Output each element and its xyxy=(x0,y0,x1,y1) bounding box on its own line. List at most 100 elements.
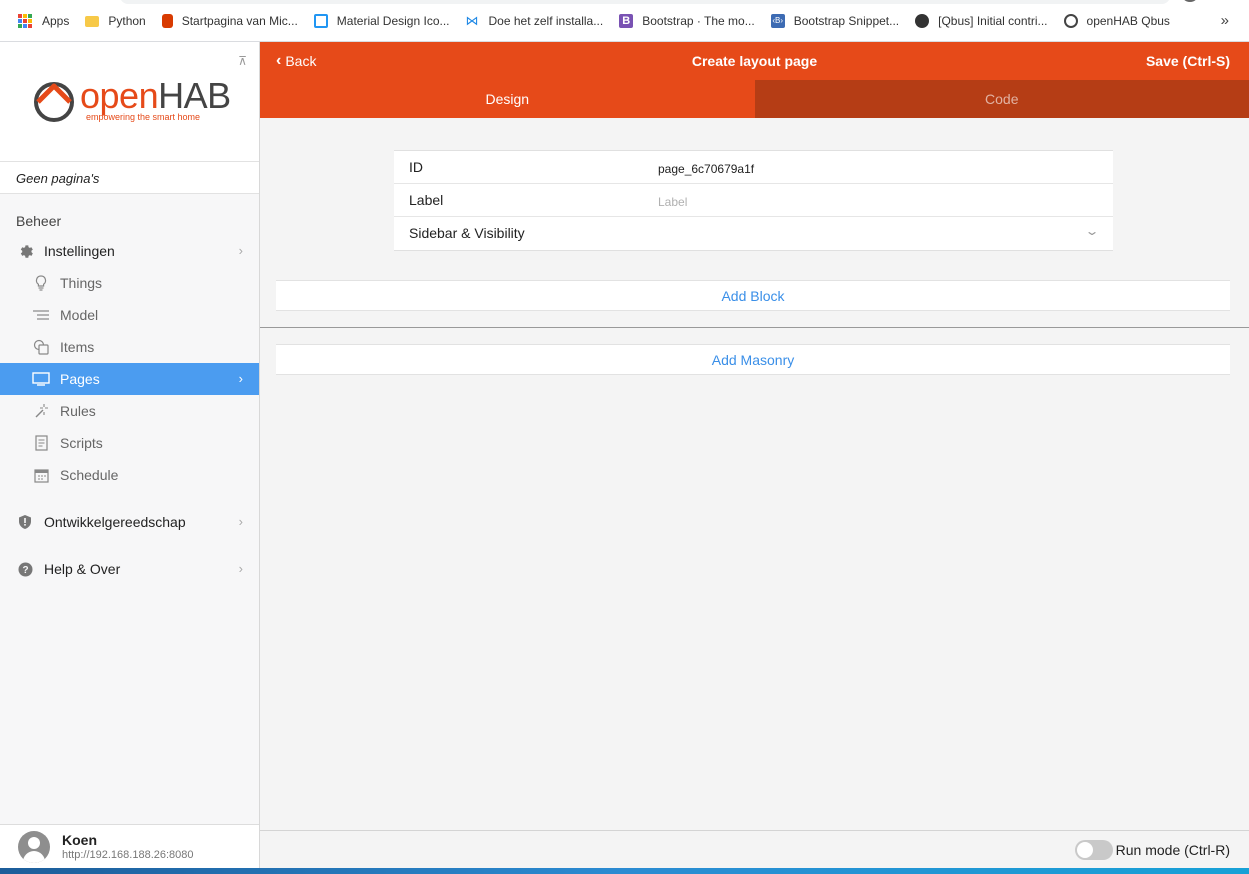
main-content: ‹ Back Create layout page Save (Ctrl-S) … xyxy=(260,42,1249,868)
bookmark-bootstrap[interactable]: B Bootstrap · The mo... xyxy=(611,7,763,35)
bookmark-startpagina[interactable]: Startpagina van Mic... xyxy=(154,7,306,35)
sidebar-item-label: Pages xyxy=(60,371,100,387)
sidebar-item-label: Rules xyxy=(60,403,96,419)
bookmark-bootstrap-snippet[interactable]: ‹B› Bootstrap Snippet... xyxy=(763,7,907,35)
calendar-icon xyxy=(32,468,50,483)
back-button[interactable]: ‹ Back xyxy=(276,52,316,70)
snippet-icon: ‹B› xyxy=(770,13,785,28)
chevron-left-icon: ‹ xyxy=(276,52,282,69)
logo-area: ⊼ openHAB empowering the smart home xyxy=(0,42,259,162)
id-row: ID page_6c70679a1f xyxy=(394,151,1113,184)
sidebar-item-scripts[interactable]: Scripts xyxy=(0,427,259,459)
sidebar-visibility-label: Sidebar & Visibility xyxy=(409,225,525,241)
user-profile[interactable]: Koen http://192.168.188.26:8080 xyxy=(0,824,259,868)
sidebar-item-label: Help & Over xyxy=(44,561,121,577)
svg-text:?: ? xyxy=(22,565,28,576)
tab-bar: Design Code xyxy=(260,80,1249,118)
sidebar-item-developer-tools[interactable]: Ontwikkelgereedschap › xyxy=(0,506,259,538)
openhab-icon xyxy=(1063,13,1078,28)
id-field[interactable]: page_6c70679a1f xyxy=(658,162,754,176)
folder-icon xyxy=(85,16,100,27)
id-label: ID xyxy=(409,159,423,175)
sidebar-item-label: Ontwikkelgereedschap xyxy=(44,514,186,530)
sidebar-item-help[interactable]: ? Help & Over › xyxy=(0,553,259,585)
openhab-logo[interactable]: openHAB empowering the smart home xyxy=(32,78,231,122)
navbar: ‹ Back Create layout page Save (Ctrl-S) xyxy=(260,42,1249,80)
sidebar-item-schedule[interactable]: Schedule xyxy=(0,459,259,491)
sidebar-item-settings[interactable]: Instellingen › xyxy=(0,235,259,267)
sidebar-item-label: Instellingen xyxy=(44,243,115,259)
chevron-right-icon: › xyxy=(238,371,243,386)
github-icon xyxy=(915,13,930,28)
wand-icon xyxy=(32,403,50,419)
items-icon xyxy=(32,339,50,355)
bookmark-label: Bootstrap Snippet... xyxy=(793,13,900,28)
bookmark-label: Apps xyxy=(42,13,70,28)
openhab-logo-icon xyxy=(34,82,74,122)
office-icon xyxy=(161,13,173,28)
no-pages-text: Geen pagina's xyxy=(0,162,259,194)
bookmark-label: Doe het zelf installa... xyxy=(488,13,604,28)
sidebar-visibility-row[interactable]: Sidebar & Visibility ⌄ xyxy=(394,217,1113,250)
gear-icon xyxy=(16,244,34,259)
bookmark-material-design[interactable]: Material Design Ico... xyxy=(306,7,458,35)
user-name: Koen xyxy=(62,832,97,848)
bookmarks-bar: Apps Python Startpagina van Mic... Mater… xyxy=(0,0,1249,42)
sidebar-item-label: Schedule xyxy=(60,467,119,483)
pin-icon[interactable]: ⊼ xyxy=(238,54,247,68)
profile-avatar-edge[interactable] xyxy=(1181,0,1199,2)
avatar xyxy=(18,830,50,863)
bookmark-label: Startpagina van Mic... xyxy=(181,13,298,28)
chevron-down-icon: ⌄ xyxy=(1084,224,1100,238)
help-icon: ? xyxy=(16,562,34,577)
taskbar-edge xyxy=(0,868,1249,874)
sidebar-item-label: Items xyxy=(60,339,95,355)
material-icon xyxy=(313,13,328,28)
back-label: Back xyxy=(285,53,317,69)
bookmark-openhab-qbus[interactable]: openHAB Qbus xyxy=(1056,7,1178,35)
bookmark-doe-het-zelf[interactable]: ⋈ Doe het zelf installa... xyxy=(458,7,612,35)
script-icon xyxy=(32,435,50,451)
bookmark-label: Bootstrap · The mo... xyxy=(642,13,755,28)
monitor-icon xyxy=(32,372,50,386)
section-divider xyxy=(260,327,1249,328)
save-button[interactable]: Save (Ctrl-S) xyxy=(1146,53,1230,69)
server-url: http://192.168.188.26:8080 xyxy=(62,849,194,861)
page-title: Create layout page xyxy=(691,53,818,69)
label-row: Label Label xyxy=(394,184,1113,217)
logo-text-hab: HAB xyxy=(158,75,231,116)
chevron-right-icon: › xyxy=(238,243,243,258)
add-masonry-button[interactable]: Add Masonry xyxy=(276,344,1230,375)
chevron-right-icon: › xyxy=(238,514,243,529)
bootstrap-icon: B xyxy=(619,13,634,28)
bookmark-label: Material Design Ico... xyxy=(336,13,450,28)
list-icon xyxy=(32,309,50,321)
chevron-right-icon: › xyxy=(238,561,243,576)
run-mode-toggle[interactable] xyxy=(1075,840,1113,860)
label-label: Label xyxy=(409,192,444,208)
apps-grid-icon xyxy=(18,13,32,28)
lightbulb-icon xyxy=(32,275,50,291)
section-title: Beheer xyxy=(16,213,62,229)
run-mode-label: Run mode (Ctrl-R) xyxy=(1115,842,1230,858)
bookmark-python[interactable]: Python xyxy=(77,7,153,35)
add-block-button[interactable]: Add Block xyxy=(276,280,1230,311)
bookmark-qbus-github[interactable]: [Qbus] Initial contri... xyxy=(907,7,1055,35)
sidebar-item-label: Model xyxy=(60,307,99,323)
bookmarks-more-button[interactable]: » xyxy=(1221,12,1229,29)
bookmark-label: openHAB Qbus xyxy=(1086,13,1170,28)
label-input[interactable]: Label xyxy=(658,195,687,209)
sidebar: ⊼ openHAB empowering the smart home Geen… xyxy=(0,42,260,868)
sidebar-item-pages[interactable]: Pages › xyxy=(0,363,259,395)
tab-code[interactable]: Code xyxy=(754,80,1249,118)
sidebar-item-label: Scripts xyxy=(60,435,103,451)
bookmark-label: Python xyxy=(108,13,146,28)
sidebar-item-things[interactable]: Things xyxy=(0,267,259,299)
logo-text-open: open xyxy=(80,75,159,116)
sidebar-item-model[interactable]: Model xyxy=(0,299,259,331)
sidebar-item-items[interactable]: Items xyxy=(0,331,259,363)
bottom-toolbar: Run mode (Ctrl-R) xyxy=(260,830,1249,868)
tab-design[interactable]: Design xyxy=(260,80,755,118)
sidebar-item-rules[interactable]: Rules xyxy=(0,395,259,427)
bookmark-apps[interactable]: Apps xyxy=(10,7,77,35)
